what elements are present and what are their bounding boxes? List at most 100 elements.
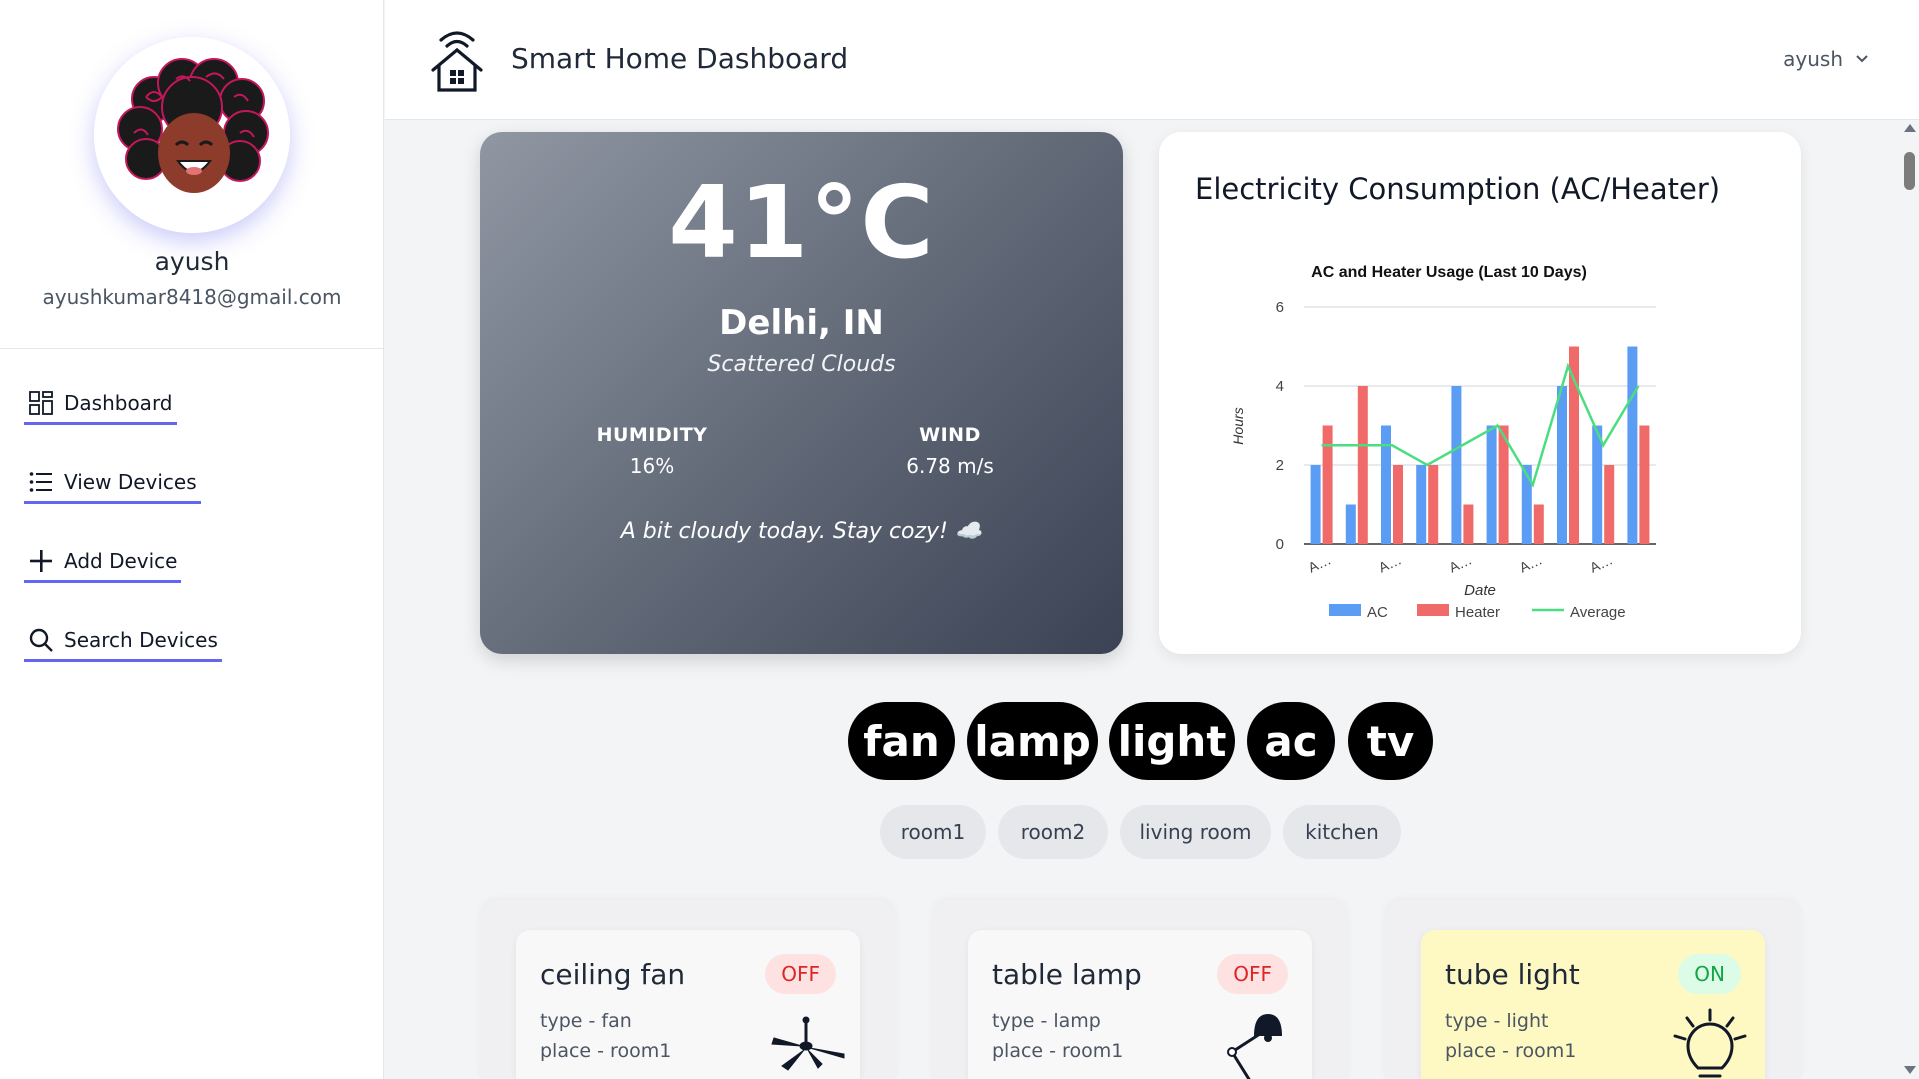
device-card-tube-light[interactable]: tube light type - light place - room1 ON [1421, 930, 1765, 1079]
avatar[interactable] [94, 37, 290, 233]
sidebar-item-view-devices[interactable]: View Devices [24, 465, 201, 504]
bar-heater [1428, 465, 1439, 544]
bar-heater [1463, 504, 1474, 544]
filter-room-room2[interactable]: room2 [998, 805, 1108, 859]
scroll-thumb[interactable] [1904, 152, 1915, 190]
weather-temperature: 41°C [668, 164, 935, 281]
bar-heater [1533, 504, 1544, 544]
status-badge[interactable]: ON [1678, 954, 1741, 994]
smart-home-icon [431, 31, 483, 92]
electricity-chart-card: Electricity Consumption (AC/Heater) AC a… [1159, 132, 1801, 654]
humidity-stat: HUMIDITY 16% [552, 424, 752, 478]
sidebar-item-label: View Devices [64, 470, 197, 494]
user-menu-label: ayush [1783, 47, 1843, 71]
usage-chart: AC and Heater Usage (Last 10 Days) 0 2 4 6 A…… [1230, 264, 1656, 621]
sidebar-item-dashboard[interactable]: Dashboard [24, 386, 177, 425]
sidebar-divider [0, 348, 384, 349]
legend-label-heater: Heater [1455, 604, 1500, 621]
humidity-label: HUMIDITY [596, 424, 708, 446]
device-type: type - fan [540, 1010, 632, 1032]
bar-ac [1557, 386, 1567, 544]
wind-label: WIND [919, 424, 981, 446]
bar-heater [1393, 465, 1403, 544]
weather-card: 41°C Delhi, IN Scattered Clouds HUMIDITY… [480, 132, 1123, 654]
filter-type-tv[interactable]: tv [1348, 702, 1433, 780]
sidebar-item-label: Search Devices [64, 628, 218, 652]
bar-ac [1381, 425, 1391, 544]
bar-heater [1604, 465, 1615, 544]
y-tick-label: 0 [1276, 536, 1284, 553]
y-tick-label: 6 [1276, 299, 1284, 316]
legend-label-average: Average [1570, 604, 1626, 621]
x-tick-label: A… [1587, 551, 1615, 575]
legend-label-ac: AC [1367, 604, 1388, 621]
status-badge[interactable]: OFF [765, 954, 836, 994]
sidebar-item-search-devices[interactable]: Search Devices [24, 623, 222, 662]
sidebar-item-label: Dashboard [64, 391, 173, 415]
device-place: place - room1 [540, 1040, 672, 1062]
legend-swatch-heater [1417, 604, 1449, 616]
filter-room-kitchen[interactable]: kitchen [1283, 805, 1401, 859]
search-icon [28, 627, 54, 653]
wind-stat: WIND 6.78 m/s [850, 424, 1050, 478]
sidebar: ayush ayushkumar8418@gmail.com Dashboard… [0, 0, 384, 1079]
weather-message: A bit cloudy today. Stay cozy! ☁️ [620, 519, 983, 544]
user-menu-button[interactable]: ayush [1783, 47, 1869, 71]
desk-lamp-icon [1227, 1014, 1282, 1079]
scroll-up-arrow[interactable] [1904, 124, 1916, 132]
x-axis-label: Date [1464, 582, 1496, 599]
y-tick-label: 2 [1276, 457, 1284, 474]
wind-value: 6.78 m/s [906, 454, 994, 478]
device-name: ceiling fan [540, 958, 686, 991]
line-average [1321, 362, 1640, 488]
device-type: type - light [1445, 1010, 1549, 1032]
device-type: type - lamp [992, 1010, 1101, 1032]
plus-icon [28, 548, 54, 574]
filter-type-fan[interactable]: fan [848, 702, 955, 780]
bar-ac [1310, 465, 1321, 544]
x-tick-label: A… [1446, 551, 1474, 575]
device-card-ceiling-fan[interactable]: ceiling fan type - fan place - room1 OFF [516, 930, 860, 1079]
legend-swatch-ac [1329, 604, 1361, 616]
bar-heater [1357, 386, 1368, 544]
chart-title: AC and Heater Usage (Last 10 Days) [1311, 264, 1587, 281]
filter-type-lamp[interactable]: lamp [967, 702, 1098, 780]
sidebar-item-add-device[interactable]: Add Device [24, 544, 182, 583]
device-place: place - room1 [1445, 1040, 1577, 1062]
x-tick-label: A… [1376, 551, 1404, 575]
filter-room-room1[interactable]: room1 [880, 805, 986, 859]
filter-type-ac[interactable]: ac [1247, 702, 1335, 780]
page-scrollbar[interactable] [1901, 120, 1919, 1079]
ceiling-fan-icon [771, 1016, 845, 1071]
dashboard-grid-icon [28, 390, 54, 416]
bar-ac [1627, 346, 1638, 544]
bar-ac [1451, 386, 1462, 544]
scroll-down-arrow[interactable] [1904, 1066, 1916, 1074]
y-axis-label: Hours [1230, 407, 1246, 444]
device-place: place - room1 [992, 1040, 1124, 1062]
light-bulb-icon [1673, 1008, 1747, 1078]
device-name: tube light [1445, 958, 1580, 991]
bar-ac [1416, 465, 1427, 544]
filter-room-living-room[interactable]: living room [1120, 805, 1271, 859]
bar-ac [1592, 425, 1603, 544]
bar-ac [1345, 504, 1356, 544]
x-tick-label: A… [1517, 551, 1545, 575]
humidity-value: 16% [629, 454, 675, 478]
profile-email: ayushkumar8418@gmail.com [42, 285, 342, 309]
sidebar-item-label: Add Device [64, 549, 178, 573]
weather-description: Scattered Clouds [707, 352, 896, 377]
bar-heater [1322, 425, 1333, 544]
device-card-table-lamp[interactable]: table lamp type - lamp place - room1 OFF [968, 930, 1312, 1079]
y-tick-label: 4 [1276, 378, 1284, 395]
device-name: table lamp [992, 958, 1142, 991]
weather-city: Delhi, IN [719, 303, 884, 343]
app-title: Smart Home Dashboard [511, 42, 849, 75]
bar-ac [1486, 425, 1497, 544]
profile-name: ayush [154, 247, 230, 276]
status-badge[interactable]: OFF [1217, 954, 1288, 994]
bar-heater [1639, 425, 1650, 544]
x-tick-label: A… [1306, 551, 1334, 575]
list-icon [28, 469, 54, 495]
filter-type-light[interactable]: light [1109, 702, 1235, 780]
